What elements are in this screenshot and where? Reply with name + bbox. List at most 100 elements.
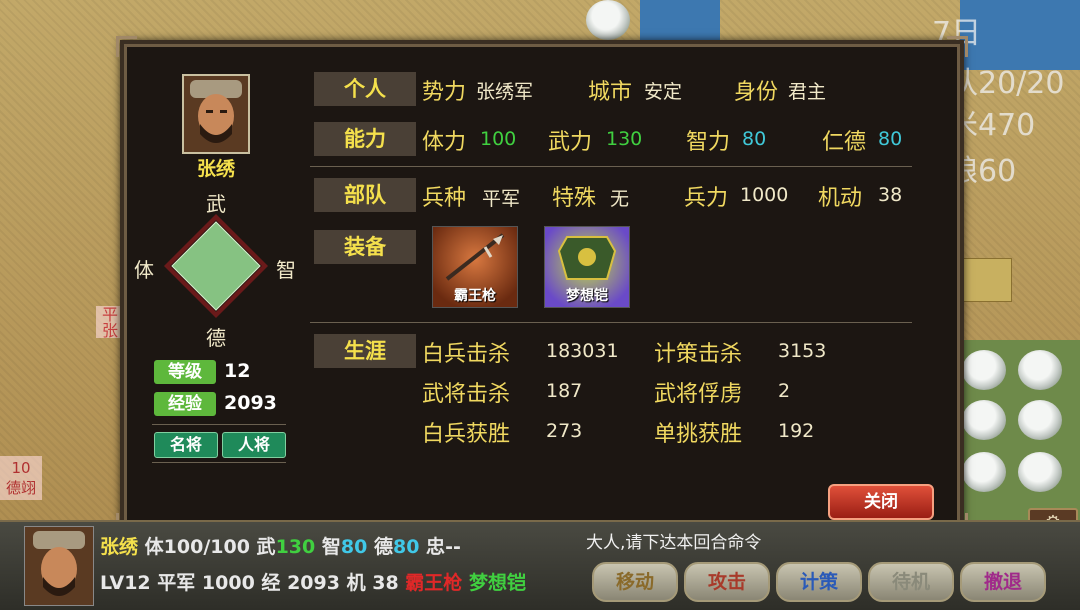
general-portrait (182, 74, 250, 154)
city-value: 安定 (644, 81, 683, 103)
radar-label-virtue: 德 (206, 326, 226, 350)
command-prompt: 大人,请下达本回合命令 (586, 533, 762, 553)
divider (310, 322, 912, 323)
mobility-value: 38 (878, 184, 903, 206)
section-career: 生涯 (314, 334, 416, 368)
spear-icon (445, 233, 505, 281)
snow-tree (962, 452, 1006, 492)
unit-stats-line-2: LV12 平军 1000 经 2093 机 38 霸王枪 梦想铠 (100, 568, 526, 595)
equipment-weapon[interactable]: 霸王枪 (432, 226, 518, 308)
map-troop-count: 队20/20 (948, 66, 1065, 101)
unit-troops: 1000 (201, 572, 255, 594)
exp-value: 2093 (224, 392, 277, 414)
map-unit-tag-2-bottom: 德翊 (5, 479, 36, 497)
unit-status-bar: 张绣 体100/100 武130 智80 德80 忠-- LV12 平军 100… (0, 520, 1080, 610)
career-value: 273 (546, 420, 583, 442)
city-label: 城市 (588, 80, 633, 105)
attack-button[interactable]: 攻击 (684, 562, 770, 602)
unit-weapon: 霸王枪 (405, 572, 463, 594)
divider (152, 462, 286, 463)
section-troops: 部队 (314, 178, 416, 212)
career-value: 2 (778, 380, 791, 402)
retreat-button[interactable]: 撤退 (960, 562, 1046, 602)
divider (310, 166, 912, 167)
general-name: 张绣 (196, 158, 235, 180)
snow-tree (586, 0, 630, 40)
force-value: 130 (606, 128, 643, 150)
strategy-button[interactable]: 计策 (776, 562, 862, 602)
radar-label-force: 武 (206, 192, 226, 216)
unit-exp-label: 经 (261, 572, 281, 594)
stamina-label: 体力 (422, 130, 467, 155)
strength-label: 兵力 (684, 186, 729, 211)
section-ability: 能力 (314, 122, 416, 156)
level-value: 12 (224, 360, 251, 382)
unit-force-label: 武 (256, 536, 276, 558)
ability-radar (164, 214, 268, 318)
force-label: 武力 (548, 130, 593, 155)
faction-value: 张绣军 (476, 81, 534, 103)
close-button[interactable]: 关闭 (828, 484, 934, 520)
armor-name: 梦想铠 (566, 288, 608, 304)
unit-stats-line-1: 张绣 体100/100 武130 智80 德80 忠-- (100, 532, 461, 559)
radar-label-intellect: 智 (276, 258, 296, 282)
map-unit-tag-2[interactable]: 10 德翊 (0, 456, 42, 500)
career-label: 武将击杀 (422, 382, 511, 407)
virtue-label: 仁德 (822, 130, 867, 155)
divider (152, 424, 286, 425)
frame-corner (947, 36, 968, 57)
stamina-value: 100 (480, 128, 517, 150)
level-badge: 等级 (154, 360, 216, 384)
career-label: 武将俘虏 (654, 382, 743, 407)
unit-loyalty-label: 忠 (426, 536, 446, 558)
rank-tag: 名将 (154, 432, 218, 458)
general-info-dialog: 张绣 武 智 德 体 等级 12 经验 2093 名将 人将 个人 势力 张绣军… (116, 36, 968, 534)
intellect-label: 智力 (686, 130, 731, 155)
faction-label: 势力 (422, 80, 467, 105)
troop-type-value: 平军 (482, 188, 521, 210)
career-value: 187 (546, 380, 583, 402)
unit-force: 130 (275, 536, 316, 558)
section-personal: 个人 (314, 72, 416, 106)
career-label: 单挑获胜 (654, 422, 743, 447)
intellect-value: 80 (742, 128, 767, 150)
unit-virtue: 80 (392, 536, 420, 558)
career-label: 计策击杀 (654, 342, 743, 367)
snow-tree (1018, 400, 1062, 440)
unit-exp: 2093 (287, 572, 340, 594)
rank-tag: 人将 (222, 432, 286, 458)
weapon-name: 霸王枪 (454, 288, 496, 304)
unit-mob: 38 (372, 572, 399, 594)
unit-stamina: 100/100 (163, 536, 250, 558)
unit-intellect: 80 (340, 536, 368, 558)
unit-name: 张绣 (100, 536, 139, 558)
special-value: 无 (610, 188, 630, 210)
career-value: 3153 (778, 340, 827, 362)
identity-value: 君主 (788, 81, 827, 103)
career-label: 白兵获胜 (422, 422, 511, 447)
map-unit-tag-2-top: 10 (11, 459, 31, 477)
mobility-label: 机动 (818, 186, 863, 211)
career-value: 183031 (546, 340, 619, 362)
virtue-value: 80 (878, 128, 903, 150)
radar-label-stamina: 体 (134, 258, 154, 282)
identity-label: 身份 (734, 80, 779, 105)
unit-mob-label: 机 (346, 572, 366, 594)
unit-virtue-label: 德 (373, 536, 393, 558)
unit-level: LV12 (100, 572, 151, 594)
unit-portrait[interactable] (24, 526, 94, 606)
equipment-armor[interactable]: 梦想铠 (544, 226, 630, 308)
armor-icon (557, 236, 617, 280)
map-unit-tag[interactable]: 平张 (96, 306, 120, 338)
unit-troop-type: 平军 (157, 572, 196, 594)
building-tile (962, 258, 1012, 302)
exp-badge: 经验 (154, 392, 216, 416)
unit-armor: 梦想铠 (468, 572, 526, 594)
troop-type-label: 兵种 (422, 186, 467, 211)
unit-intellect-label: 智 (321, 536, 341, 558)
snow-tree (1018, 350, 1062, 390)
strength-value: 1000 (740, 184, 789, 206)
wait-button[interactable]: 待机 (868, 562, 954, 602)
move-button[interactable]: 移动 (592, 562, 678, 602)
snow-tree (962, 350, 1006, 390)
